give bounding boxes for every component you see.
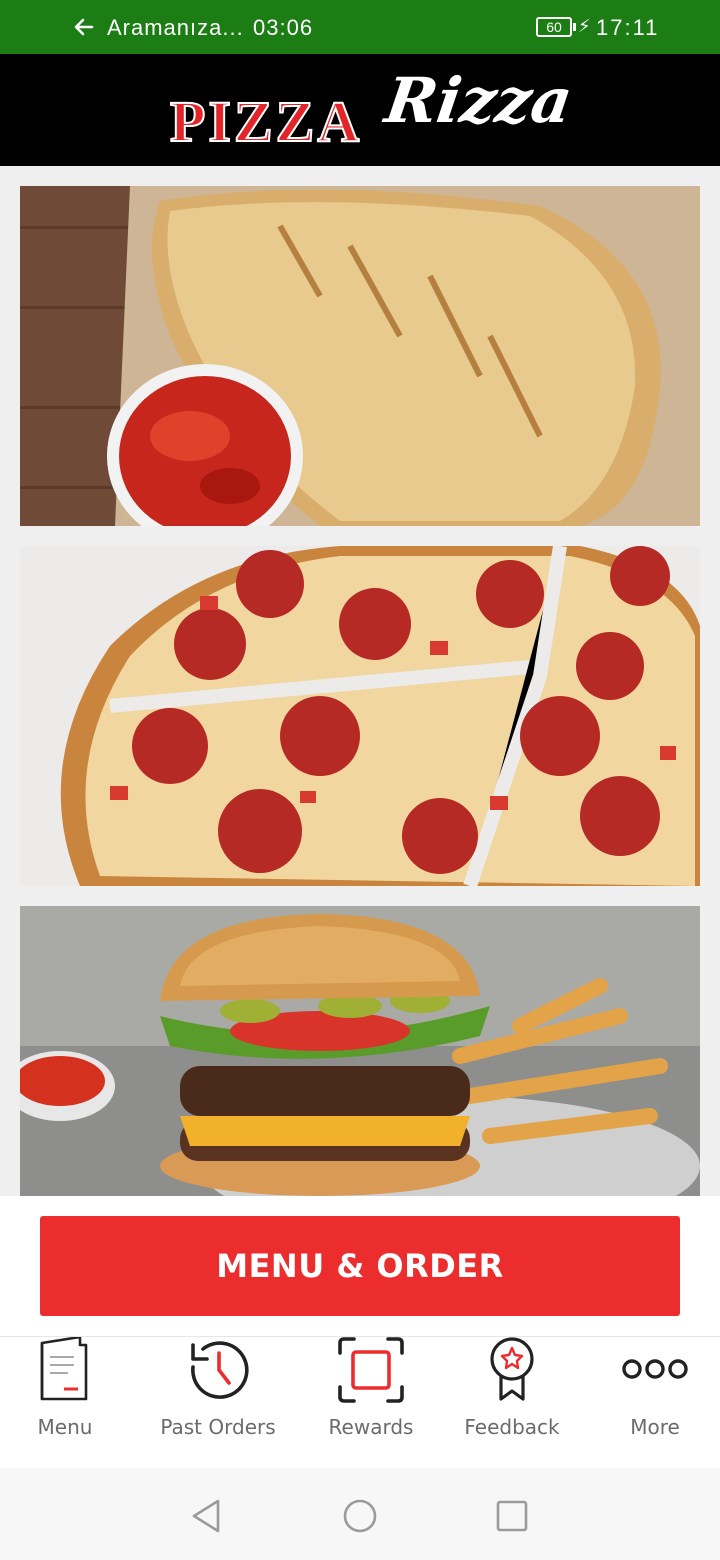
pepperoni-pizza-photo[interactable] [20, 546, 700, 886]
pizza-rizza-logo: PIZZA Rizza [169, 64, 580, 156]
status-clock: 17:11 [596, 15, 660, 40]
back-arrow-icon[interactable] [72, 14, 96, 40]
logo-word-rizza: Rizza [380, 64, 577, 137]
rewards-icon [338, 1337, 404, 1403]
nav-item-menu[interactable]: Menu [0, 1337, 130, 1467]
nav-label-more: More [630, 1415, 680, 1439]
nav-label-menu: Menu [37, 1415, 93, 1439]
bottom-navigation: Menu Past Orders Rewards Feedback More [0, 1336, 720, 1468]
charging-icon: ⚡ [578, 16, 591, 36]
status-bar: Aramanıza... 03:06 60 ⚡ 17:11 [0, 0, 720, 54]
menu-icon [40, 1337, 88, 1401]
past-orders-icon [191, 1341, 249, 1399]
status-time: 03:06 [253, 15, 314, 40]
system-back-icon[interactable] [188, 1498, 224, 1534]
app-header: PIZZA Rizza [0, 54, 720, 166]
more-icon [622, 1359, 688, 1379]
burger-photo[interactable] [20, 906, 700, 1196]
nav-item-more[interactable]: More [590, 1337, 720, 1467]
battery-icon: 60 [536, 17, 576, 37]
back-to-app-label[interactable]: Aramanıza... [107, 15, 244, 41]
system-recents-icon[interactable] [494, 1498, 530, 1534]
nav-item-past-orders[interactable]: Past Orders [148, 1337, 288, 1467]
menu-and-order-button[interactable]: MENU & ORDER [40, 1216, 680, 1316]
nav-label-feedback: Feedback [464, 1415, 560, 1439]
system-home-icon[interactable] [342, 1498, 378, 1534]
nav-label-rewards: Rewards [328, 1415, 414, 1439]
nav-item-feedback[interactable]: Feedback [447, 1337, 577, 1467]
calzone-photo[interactable] [20, 186, 700, 526]
logo-word-pizza: PIZZA [169, 88, 363, 155]
feedback-icon [490, 1337, 534, 1401]
nav-label-past-orders: Past Orders [160, 1415, 276, 1439]
cta-area: MENU & ORDER [0, 1196, 720, 1336]
nav-item-rewards[interactable]: Rewards [306, 1337, 436, 1467]
system-navigation-bar [0, 1468, 720, 1560]
